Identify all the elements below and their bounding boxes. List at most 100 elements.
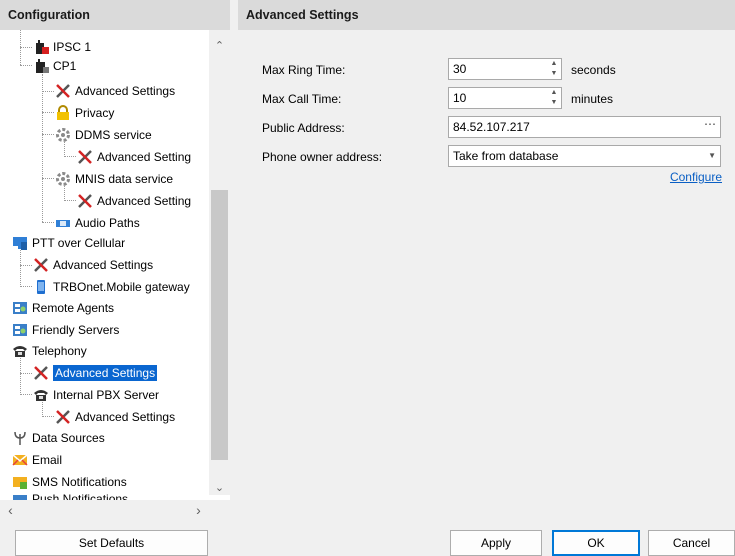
max-call-time-label: Max Call Time: [262, 92, 342, 106]
tree-line [42, 416, 54, 417]
max-ring-time-unit: seconds [571, 63, 616, 77]
tree-line [20, 394, 32, 395]
tree-line [20, 286, 32, 287]
spinner-buttons[interactable]: ▲ ▼ [547, 88, 561, 108]
tree-node-ddms-service[interactable]: DDMS service [55, 125, 152, 145]
phone-owner-address-value[interactable]: Take from database [453, 149, 558, 163]
tree-node-cp1[interactable]: CP1 [33, 56, 76, 76]
tree-horizontal-scrollbar[interactable]: ‹ › [0, 500, 209, 520]
public-address-label: Public Address: [262, 121, 345, 135]
gear-icon [55, 127, 71, 143]
tree-node-label: Internal PBX Server [53, 388, 160, 402]
max-call-time-spinner[interactable]: 10 ▲ ▼ [448, 87, 562, 109]
scroll-up-icon[interactable]: ⌃ [211, 38, 228, 55]
email-icon [12, 452, 28, 468]
apply-button[interactable]: Apply [450, 530, 542, 556]
spin-up-icon[interactable]: ▲ [547, 88, 561, 98]
tree-node-label: Email [32, 453, 63, 467]
max-ring-time-value[interactable]: 30 [453, 62, 466, 76]
phone-owner-address-label: Phone owner address: [262, 150, 383, 164]
ok-button[interactable]: OK [552, 530, 640, 556]
tree-line [42, 91, 54, 92]
public-address-field[interactable]: 84.52.107.217 ⋯ [448, 116, 721, 138]
tools-icon [77, 149, 93, 165]
tools-icon [77, 193, 93, 209]
public-address-value[interactable]: 84.52.107.217 [453, 120, 530, 134]
sms-icon [12, 474, 28, 490]
agents-icon [12, 300, 28, 316]
lock-icon [55, 105, 71, 121]
tree-node-remote-agents[interactable]: Remote Agents [12, 298, 114, 318]
tools-icon [33, 257, 49, 273]
tree-node-ipsc1[interactable]: IPSC 1 [33, 37, 91, 57]
telephone-icon [33, 387, 49, 403]
tree-node-ptt-advanced-settings[interactable]: Advanced Settings [33, 255, 153, 275]
cancel-button[interactable]: Cancel [648, 530, 735, 556]
phone-owner-address-dropdown[interactable]: Take from database ▼ [448, 145, 721, 167]
tree-node-audio-paths[interactable]: Audio Paths [55, 213, 140, 233]
tools-icon [55, 83, 71, 99]
tree-node-label: Audio Paths [75, 216, 140, 230]
scroll-left-icon[interactable]: ‹ [2, 502, 19, 519]
tree-line [20, 65, 32, 66]
mobile-icon [33, 279, 49, 295]
tree-node-friendly-servers[interactable]: Friendly Servers [12, 320, 119, 340]
spinner-buttons[interactable]: ▲ ▼ [547, 59, 561, 79]
tree-node-label: DDMS service [75, 128, 152, 142]
tree-line [64, 156, 76, 157]
tree-node-sms-notifications[interactable]: SMS Notifications [12, 472, 127, 492]
tree-line [64, 200, 76, 201]
configure-link[interactable]: Configure [670, 170, 722, 184]
tree-line [42, 134, 54, 135]
tree-line [20, 358, 21, 395]
tree-node-label: Remote Agents [32, 301, 115, 315]
tree-node-label: Advanced Settings [75, 410, 176, 424]
spin-down-icon[interactable]: ▼ [547, 69, 561, 79]
scroll-right-icon[interactable]: › [190, 502, 207, 519]
set-defaults-button[interactable]: Set Defaults [15, 530, 208, 556]
tree-node-trbonet-mobile-gateway[interactable]: TRBOnet.Mobile gateway [33, 277, 190, 297]
tree-node-mnis-data-service[interactable]: MNIS data service [55, 169, 173, 189]
tree-node-email[interactable]: Email [12, 450, 62, 470]
tree-node-internal-pbx-server[interactable]: Internal PBX Server [33, 385, 159, 405]
tree-node-privacy[interactable]: Privacy [55, 103, 114, 123]
tree-node-label: Advanced Settings [75, 84, 176, 98]
scroll-down-icon[interactable]: ⌄ [211, 480, 228, 497]
max-ring-time-spinner[interactable]: 30 ▲ ▼ [448, 58, 562, 80]
tree-node-label: Advanced Setting [97, 194, 192, 208]
advanced-settings-panel: Max Ring Time: 30 ▲ ▼ seconds Max Call T… [238, 30, 735, 520]
tree-node-label: Advanced Settings [53, 258, 154, 272]
tree-node-label: Advanced Settings [53, 365, 158, 381]
tree-node-label: TRBOnet.Mobile gateway [53, 280, 190, 294]
tree-line [42, 74, 43, 222]
tree-node-telephony-advanced-settings[interactable]: Advanced Settings [33, 363, 158, 383]
tree-node-data-sources[interactable]: Data Sources [12, 428, 105, 448]
tree-node-ddms-advanced-setting[interactable]: Advanced Setting [77, 147, 191, 167]
tree-line [20, 265, 32, 266]
tree-node-label: MNIS data service [75, 172, 174, 186]
chevron-down-icon[interactable]: ▼ [708, 146, 716, 166]
max-call-time-value[interactable]: 10 [453, 91, 466, 105]
advanced-settings-header: Advanced Settings [238, 0, 735, 30]
spin-up-icon[interactable]: ▲ [547, 59, 561, 69]
tree-vertical-scrollbar[interactable]: ⌃ ⌄ [209, 30, 230, 495]
browse-ellipsis-icon[interactable]: ⋯ [704, 114, 716, 134]
tree-line [20, 373, 32, 374]
tree-node-telephony[interactable]: Telephony [12, 341, 87, 361]
tree-node-label: Friendly Servers [32, 323, 120, 337]
tree-node-mnis-advanced-setting[interactable]: Advanced Setting [77, 191, 191, 211]
tree-node-pbx-advanced-settings[interactable]: Advanced Settings [55, 407, 175, 427]
servers-icon [12, 322, 28, 338]
gear-icon [55, 171, 71, 187]
spin-down-icon[interactable]: ▼ [547, 98, 561, 108]
scrollbar-thumb[interactable] [211, 190, 228, 460]
configuration-tree[interactable]: IPSC 1 CP1 Advanced Settings Privacy DDM… [0, 30, 230, 520]
tree-node-label: CP1 [53, 59, 77, 73]
pane-splitter[interactable] [230, 0, 238, 556]
tree-node-ptt-over-cellular[interactable]: PTT over Cellular [12, 233, 125, 253]
tree-node-label: Telephony [32, 344, 87, 358]
radio-locked-icon [33, 58, 49, 74]
tree-node-cp1-advanced-settings[interactable]: Advanced Settings [55, 81, 175, 101]
tree-node-push-notifications[interactable]: Push Notifications [12, 492, 128, 500]
radio-locked-icon [33, 39, 49, 55]
